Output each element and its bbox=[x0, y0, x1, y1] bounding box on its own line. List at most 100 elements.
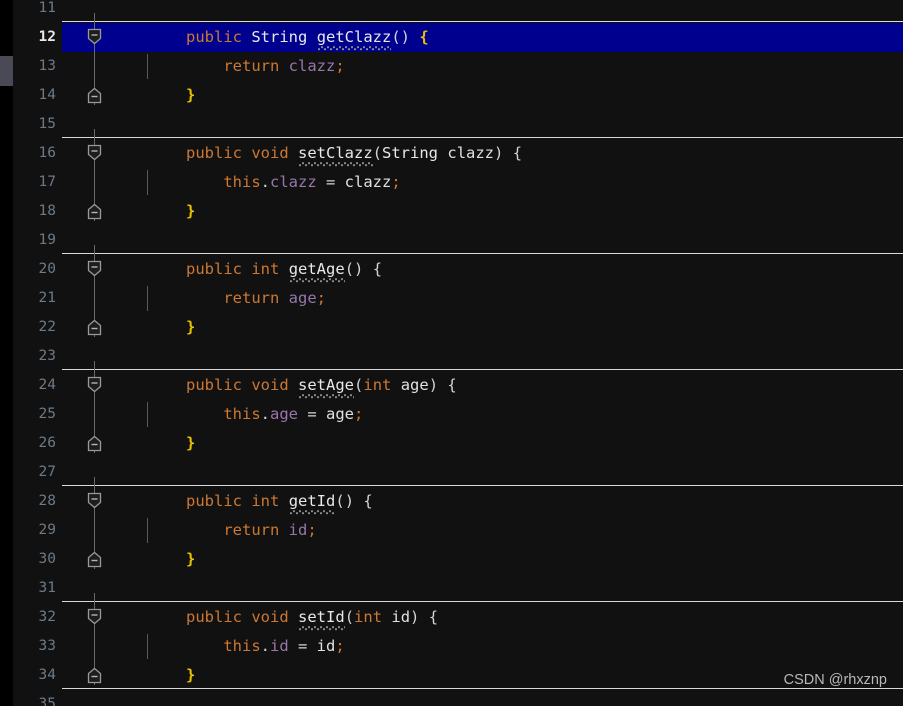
code-token: public bbox=[186, 608, 242, 626]
vertical-scrollbar-track[interactable] bbox=[0, 0, 13, 706]
code-token: return bbox=[223, 289, 280, 307]
code-line-34[interactable]: } bbox=[186, 661, 195, 690]
line-number-19[interactable]: 19 bbox=[13, 226, 62, 255]
fold-collapse-icon[interactable] bbox=[87, 492, 102, 509]
code-folding-gutter[interactable] bbox=[62, 0, 124, 706]
indent-guide bbox=[147, 54, 148, 79]
line-number-34[interactable]: 34 bbox=[13, 661, 62, 690]
fold-end-icon[interactable] bbox=[87, 87, 102, 104]
fold-collapse-icon[interactable] bbox=[87, 260, 102, 277]
fold-collapse-icon[interactable] bbox=[87, 376, 102, 393]
line-number-16[interactable]: 16 bbox=[13, 139, 62, 168]
fold-end-icon[interactable] bbox=[87, 551, 102, 568]
code-line-20[interactable]: public int getAge() { bbox=[186, 255, 382, 284]
method-separator bbox=[62, 253, 903, 254]
code-token: ; bbox=[307, 521, 317, 539]
code-line-29[interactable]: return id; bbox=[186, 516, 317, 545]
code-line-12[interactable]: public String getClazz() { bbox=[186, 23, 429, 52]
code-token: ; bbox=[391, 173, 401, 191]
line-number-22[interactable]: 22 bbox=[13, 313, 62, 342]
line-number-29[interactable]: 29 bbox=[13, 516, 62, 545]
line-number-21[interactable]: 21 bbox=[13, 284, 62, 313]
code-line-28[interactable]: public int getId() { bbox=[186, 487, 373, 516]
code-token: { bbox=[419, 28, 429, 46]
vertical-scrollbar-thumb[interactable] bbox=[0, 56, 13, 86]
code-token: ) bbox=[428, 376, 439, 394]
fold-end-icon[interactable] bbox=[87, 667, 102, 684]
code-line-33[interactable]: this.id = id; bbox=[186, 632, 344, 661]
line-number-27[interactable]: 27 bbox=[13, 458, 62, 487]
code-line-14[interactable]: } bbox=[186, 81, 195, 110]
line-number-11[interactable]: 11 bbox=[13, 0, 62, 23]
method-separator bbox=[62, 688, 903, 689]
fold-end-icon[interactable] bbox=[87, 435, 102, 452]
code-line-30[interactable]: } bbox=[186, 545, 195, 574]
line-number-33[interactable]: 33 bbox=[13, 632, 62, 661]
code-token: = bbox=[316, 173, 345, 191]
method-separator bbox=[62, 369, 903, 370]
code-token: . bbox=[260, 405, 270, 423]
code-line-26[interactable]: } bbox=[186, 429, 195, 458]
line-number-15[interactable]: 15 bbox=[13, 110, 62, 139]
line-number-28[interactable]: 28 bbox=[13, 487, 62, 516]
fold-collapse-icon[interactable] bbox=[87, 28, 102, 45]
code-line-17[interactable]: this.clazz = clazz; bbox=[186, 168, 401, 197]
line-number-35[interactable]: 35 bbox=[13, 690, 62, 706]
line-number-23[interactable]: 23 bbox=[13, 342, 62, 371]
line-number-13[interactable]: 13 bbox=[13, 52, 62, 81]
line-number-32[interactable]: 32 bbox=[13, 603, 62, 632]
code-token: int bbox=[251, 492, 280, 510]
fold-end-icon[interactable] bbox=[87, 203, 102, 220]
line-number-24[interactable]: 24 bbox=[13, 371, 62, 400]
line-number-31[interactable]: 31 bbox=[13, 574, 62, 603]
code-token: void bbox=[251, 608, 289, 626]
code-token: { bbox=[447, 376, 457, 394]
line-number-14[interactable]: 14 bbox=[13, 81, 62, 110]
line-number-25[interactable]: 25 bbox=[13, 400, 62, 429]
line-number-gutter[interactable]: 11 12 13 14 15 16 17 18 19 20 21 22 23 24 25 26 27 28 29 30… bbox=[13, 0, 62, 706]
fold-end-icon[interactable] bbox=[87, 319, 102, 336]
fold-collapse-icon[interactable] bbox=[87, 144, 102, 161]
code-token: public bbox=[186, 492, 242, 510]
code-line-22[interactable]: } bbox=[186, 313, 195, 342]
code-line-24[interactable]: public void setAge(int age) { bbox=[186, 371, 457, 400]
code-token: ) bbox=[494, 144, 504, 162]
code-token: return bbox=[223, 57, 280, 75]
method-name-warning: getId bbox=[288, 492, 336, 515]
line-number-17[interactable]: 17 bbox=[13, 168, 62, 197]
code-token: id bbox=[288, 521, 308, 539]
method-name-warning: setClazz bbox=[298, 144, 373, 167]
line-number-20[interactable]: 20 bbox=[13, 255, 62, 284]
line-number-30[interactable]: 30 bbox=[13, 545, 62, 574]
code-token: } bbox=[186, 318, 196, 336]
code-token: age bbox=[270, 405, 298, 423]
code-line-25[interactable]: this.age = age; bbox=[186, 400, 363, 429]
code-line-21[interactable]: return age; bbox=[186, 284, 326, 313]
fold-collapse-icon[interactable] bbox=[87, 608, 102, 625]
code-line-32[interactable]: public void setId(int id) { bbox=[186, 603, 438, 632]
code-editor[interactable]: public String getClazz() { return clazz;… bbox=[0, 0, 903, 706]
code-line-18[interactable]: } bbox=[186, 197, 195, 226]
line-number-26[interactable]: 26 bbox=[13, 429, 62, 458]
code-token: String bbox=[251, 28, 308, 46]
code-token: = bbox=[298, 405, 326, 423]
code-token: id bbox=[270, 637, 289, 655]
indent-guide bbox=[147, 518, 148, 543]
code-token: } bbox=[186, 666, 196, 684]
line-number-18[interactable]: 18 bbox=[13, 197, 62, 226]
code-line-13[interactable]: return clazz; bbox=[186, 52, 344, 81]
line-number-12[interactable]: 12 bbox=[13, 23, 62, 52]
code-token: { bbox=[363, 492, 373, 510]
code-line-16[interactable]: public void setClazz(String clazz) { bbox=[186, 139, 522, 168]
